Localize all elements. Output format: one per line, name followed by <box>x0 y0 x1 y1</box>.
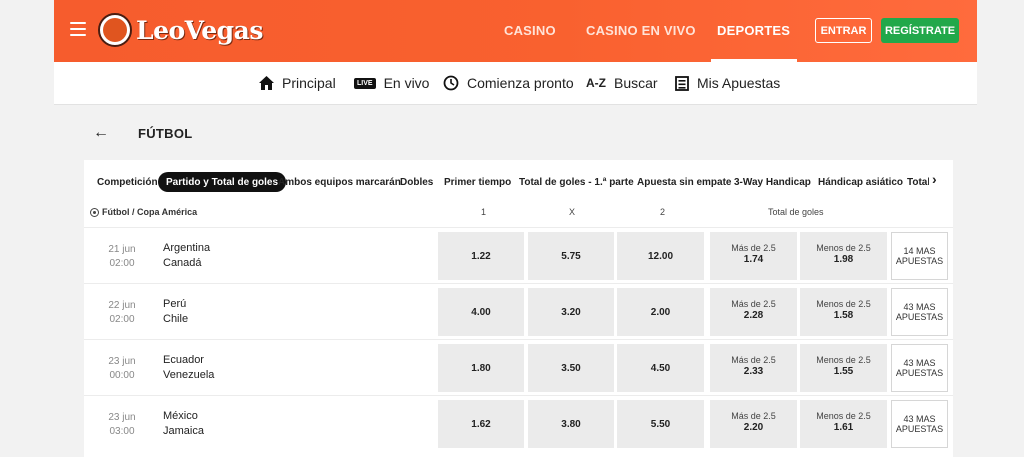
table-row[interactable]: 21 jun 02:00 Argentina Canadá 1.22 5.75 12… <box>84 227 953 283</box>
match-date: 23 jun 03:00 <box>108 412 136 437</box>
tab-ambos-equipos[interactable]: Ambos equipos marcarán <box>278 172 401 192</box>
match-teams[interactable]: México Jamaica <box>163 409 204 439</box>
match-date: 22 jun 02:00 <box>108 300 136 325</box>
clock-icon <box>443 75 459 91</box>
col-header-totals: Total de goles <box>768 207 824 217</box>
odd-draw[interactable]: 5.75 <box>528 232 614 280</box>
subnav-en-vivo[interactable]: LIVE En vivo <box>354 75 429 91</box>
sports-subnav: Principal LIVE En vivo Comienza pronto A… <box>54 62 977 105</box>
odd-under[interactable]: Menos de 2.5 1.98 <box>800 232 887 280</box>
chevron-right-icon[interactable]: › <box>932 171 937 187</box>
odd-over[interactable]: Más de 2.5 2.33 <box>710 344 797 392</box>
back-arrow-icon[interactable]: ← <box>93 124 109 142</box>
betting-table-card: Competición Partido y Total de goles Amb… <box>84 160 953 457</box>
odd-under[interactable]: Menos de 2.5 1.61 <box>800 400 887 448</box>
table-row[interactable]: 22 jun 02:00 Perú Chile 4.00 3.20 2.00 Más… <box>84 283 953 339</box>
live-icon: LIVE <box>354 77 376 89</box>
tab-primer-tiempo[interactable]: Primer tiempo <box>444 172 511 192</box>
login-button[interactable]: ENTRAR <box>815 18 872 43</box>
odd-draw[interactable]: 3.80 <box>528 400 614 448</box>
tab-3-way-handicap[interactable]: 3-Way Handicap <box>734 172 811 192</box>
register-button[interactable]: REGÍSTRATE <box>881 18 959 43</box>
nav-casino-en-vivo[interactable]: CASINO EN VIVO <box>586 23 696 38</box>
odd-away[interactable]: 2.00 <box>617 288 704 336</box>
nav-deportes[interactable]: DEPORTES <box>717 23 790 38</box>
odd-away[interactable]: 5.50 <box>617 400 704 448</box>
tab-handicap-asiatico[interactable]: Hándicap asiático <box>818 172 903 192</box>
tab-dobles[interactable]: Dobles <box>400 172 433 192</box>
more-bets-button[interactable]: 43 MAS APUESTAS <box>891 344 948 392</box>
lion-logo-icon <box>98 13 132 47</box>
home-icon <box>259 76 274 90</box>
market-tabs: Competición Partido y Total de goles Amb… <box>84 172 953 192</box>
page-title: FÚTBOL <box>138 126 193 141</box>
odd-draw[interactable]: 3.20 <box>528 288 614 336</box>
odd-home[interactable]: 1.80 <box>438 344 524 392</box>
competition-label: Fútbol / Copa América <box>102 207 198 217</box>
subnav-comienza-pronto[interactable]: Comienza pronto <box>443 75 574 91</box>
table-row[interactable]: 23 jun 00:00 Ecuador Venezuela 1.80 3.50 4… <box>84 339 953 395</box>
match-teams[interactable]: Argentina Canadá <box>163 241 210 271</box>
odd-over[interactable]: Más de 2.5 1.74 <box>710 232 797 280</box>
logo-text: LeoVegas <box>136 15 263 45</box>
subnav-buscar[interactable]: A-Z Buscar <box>586 75 658 91</box>
more-bets-button[interactable]: 14 MAS APUESTAS <box>891 232 948 280</box>
top-header: LeoVegas CASINO CASINO EN VIVO DEPORTES … <box>54 0 977 62</box>
odd-over[interactable]: Más de 2.5 2.28 <box>710 288 797 336</box>
odd-over[interactable]: Más de 2.5 2.20 <box>710 400 797 448</box>
tab-total-truncated[interactable]: Total d <box>907 172 929 192</box>
odd-away[interactable]: 4.50 <box>617 344 704 392</box>
more-bets-button[interactable]: 43 MAS APUESTAS <box>891 400 948 448</box>
subnav-label: Buscar <box>614 75 658 91</box>
odd-away[interactable]: 12.00 <box>617 232 704 280</box>
odd-under[interactable]: Menos de 2.5 1.58 <box>800 288 887 336</box>
tab-total-goles-1a-parte[interactable]: Total de goles - 1.ª parte <box>519 172 634 192</box>
table-row[interactable]: 23 jun 03:00 México Jamaica 1.62 3.80 5.50… <box>84 395 953 451</box>
subnav-label: Comienza pronto <box>467 75 574 91</box>
match-teams[interactable]: Ecuador Venezuela <box>163 353 214 383</box>
az-search-icon: A-Z <box>586 76 606 90</box>
odd-under[interactable]: Menos de 2.5 1.55 <box>800 344 887 392</box>
betslip-icon <box>675 75 689 91</box>
logo[interactable]: LeoVegas <box>98 13 263 47</box>
tab-apuesta-sin-empate[interactable]: Apuesta sin empate <box>637 172 731 192</box>
match-date: 21 jun 02:00 <box>108 244 136 269</box>
football-icon <box>90 207 99 217</box>
odd-home[interactable]: 1.62 <box>438 400 524 448</box>
col-header-home: 1 <box>481 207 487 217</box>
subnav-label: En vivo <box>383 75 430 91</box>
match-teams[interactable]: Perú Chile <box>163 297 188 327</box>
more-bets-button[interactable]: 43 MAS APUESTAS <box>891 288 948 336</box>
odd-home[interactable]: 4.00 <box>438 288 524 336</box>
tab-competicion[interactable]: Competición <box>97 172 158 192</box>
odd-draw[interactable]: 3.50 <box>528 344 614 392</box>
col-header-draw: X <box>569 207 576 217</box>
hamburger-menu-icon[interactable] <box>70 22 86 36</box>
match-date: 23 jun 00:00 <box>108 356 136 381</box>
subnav-label: Mis Apuestas <box>697 75 781 91</box>
tab-partido-total-goles[interactable]: Partido y Total de goles <box>158 172 287 192</box>
subnav-principal[interactable]: Principal <box>259 75 336 91</box>
nav-casino[interactable]: CASINO <box>504 23 556 38</box>
subnav-label: Principal <box>282 75 336 91</box>
subnav-mis-apuestas[interactable]: Mis Apuestas <box>675 75 780 91</box>
odd-home[interactable]: 1.22 <box>438 232 524 280</box>
competition-header: Fútbol / Copa América <box>90 207 197 217</box>
col-header-away: 2 <box>660 207 666 217</box>
